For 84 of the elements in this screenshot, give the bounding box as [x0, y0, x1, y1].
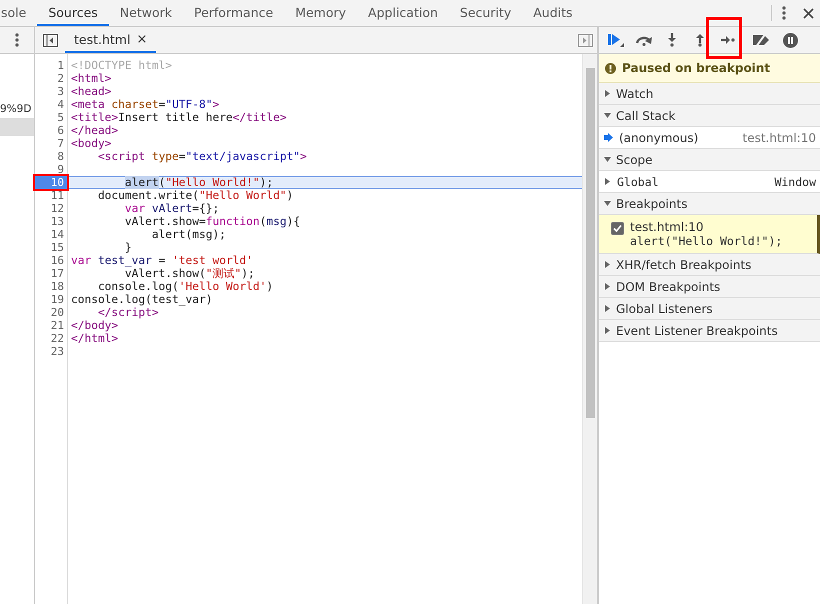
- section-header[interactable]: Global Listeners: [599, 298, 820, 320]
- section-header[interactable]: Scope: [599, 149, 820, 171]
- panel-tab[interactable]: Memory: [284, 0, 358, 26]
- collapsed-triangle-icon: [604, 283, 611, 290]
- line-number[interactable]: 22: [35, 332, 67, 345]
- section-header[interactable]: Watch: [599, 83, 820, 105]
- scrollbar-thumb[interactable]: [586, 68, 594, 418]
- panel-tab[interactable]: sole: [0, 0, 38, 26]
- line-number[interactable]: 9: [35, 163, 67, 176]
- scope-value: Window: [774, 174, 816, 188]
- line-number[interactable]: 15: [35, 241, 67, 254]
- code-line: <!DOCTYPE html>: [70, 59, 174, 72]
- line-number[interactable]: 6: [35, 124, 67, 137]
- line-number[interactable]: 3: [35, 85, 67, 98]
- frame-location: test.html:10: [742, 130, 816, 144]
- code-line: console.log('Hello World'): [96, 280, 274, 293]
- line-number[interactable]: 2: [35, 72, 67, 85]
- code-line: <head>: [70, 85, 112, 98]
- collapsed-triangle-icon: [604, 178, 611, 185]
- code-line: vAlert.show("测试");: [124, 267, 256, 280]
- collapsed-triangle-icon: [604, 327, 611, 334]
- navigator-item[interactable]: 9%9D: [0, 100, 34, 118]
- code-line: <title>Insert title here</title>: [70, 111, 288, 124]
- line-number[interactable]: 12: [35, 202, 67, 215]
- line-number[interactable]: 11: [35, 189, 67, 202]
- line-number[interactable]: 19: [35, 293, 67, 306]
- line-number[interactable]: 5: [35, 111, 67, 124]
- line-number[interactable]: 16: [35, 254, 67, 267]
- code-line: alert(msg);: [150, 228, 227, 241]
- collapsed-triangle-icon: [604, 261, 611, 268]
- file-tab[interactable]: test.html ×: [65, 27, 156, 53]
- section-header[interactable]: DOM Breakpoints: [599, 276, 820, 298]
- code-line: console.log(test_var): [70, 293, 214, 306]
- expanded-triangle-icon: [604, 200, 611, 207]
- line-number[interactable]: 7: [35, 137, 67, 150]
- checkbox[interactable]: [611, 222, 624, 235]
- line-number[interactable]: 14: [35, 228, 67, 241]
- code-line: var test_var = 'test world': [70, 254, 254, 267]
- code-line: }: [124, 241, 133, 254]
- breakpoint-item[interactable]: test.html:10 alert("Hello World!");: [599, 215, 820, 254]
- scope-name[interactable]: Global: [617, 174, 659, 188]
- tab-close-button[interactable]: ×: [136, 32, 148, 46]
- code-line: </html>: [70, 332, 120, 345]
- panel-tab[interactable]: Network: [108, 0, 183, 26]
- line-number[interactable]: 23: [35, 345, 67, 358]
- paused-message: Paused on breakpoint: [622, 61, 770, 75]
- section-header[interactable]: Breakpoints: [599, 193, 820, 215]
- code-line: var vAlert={};: [124, 202, 220, 215]
- more-icon[interactable]: [15, 33, 19, 47]
- expanded-triangle-icon: [604, 112, 611, 119]
- code-line: <script type="text/javascript">: [96, 150, 308, 163]
- breakpoint-location: test.html:10: [630, 220, 705, 234]
- panel-tab[interactable]: Security: [448, 0, 522, 26]
- code-line: vAlert.show=function(msg){: [124, 215, 302, 228]
- line-number[interactable]: 20: [35, 306, 67, 319]
- line-number[interactable]: 8: [35, 150, 67, 163]
- collapsed-triangle-icon: [604, 305, 611, 312]
- line-number[interactable]: 10: [35, 176, 67, 189]
- frame-name: (anonymous): [619, 130, 698, 144]
- code-line: </script>: [96, 306, 160, 319]
- line-number[interactable]: 18: [35, 280, 67, 293]
- code-line: </head>: [70, 124, 120, 137]
- line-number[interactable]: 13: [35, 215, 67, 228]
- code-line: <body>: [70, 137, 112, 150]
- section-header[interactable]: Call Stack: [599, 105, 820, 127]
- info-icon: [605, 62, 616, 74]
- panel-tab[interactable]: Performance: [182, 0, 284, 26]
- section-header[interactable]: Event Listener Breakpoints: [599, 320, 820, 342]
- line-number[interactable]: 17: [35, 267, 67, 280]
- code-line: <meta charset="UTF-8">: [70, 98, 220, 111]
- line-number[interactable]: 4: [35, 98, 67, 111]
- collapsed-triangle-icon: [604, 90, 611, 97]
- code-line: <html>: [70, 72, 112, 85]
- line-number[interactable]: 21: [35, 319, 67, 332]
- code-line: document.write("Hello World"): [96, 189, 294, 202]
- breakpoint-code: alert("Hello World!");: [630, 234, 782, 248]
- panel-tab[interactable]: Audits: [522, 0, 584, 26]
- panel-tab[interactable]: Application: [357, 0, 449, 26]
- highlight-frame: [706, 17, 742, 59]
- arrow-icon: [604, 133, 613, 142]
- code-line: </body>: [70, 319, 120, 332]
- section-header[interactable]: XHR/fetch Breakpoints: [599, 254, 820, 276]
- expanded-triangle-icon: [604, 156, 611, 163]
- line-number[interactable]: 1: [35, 59, 67, 72]
